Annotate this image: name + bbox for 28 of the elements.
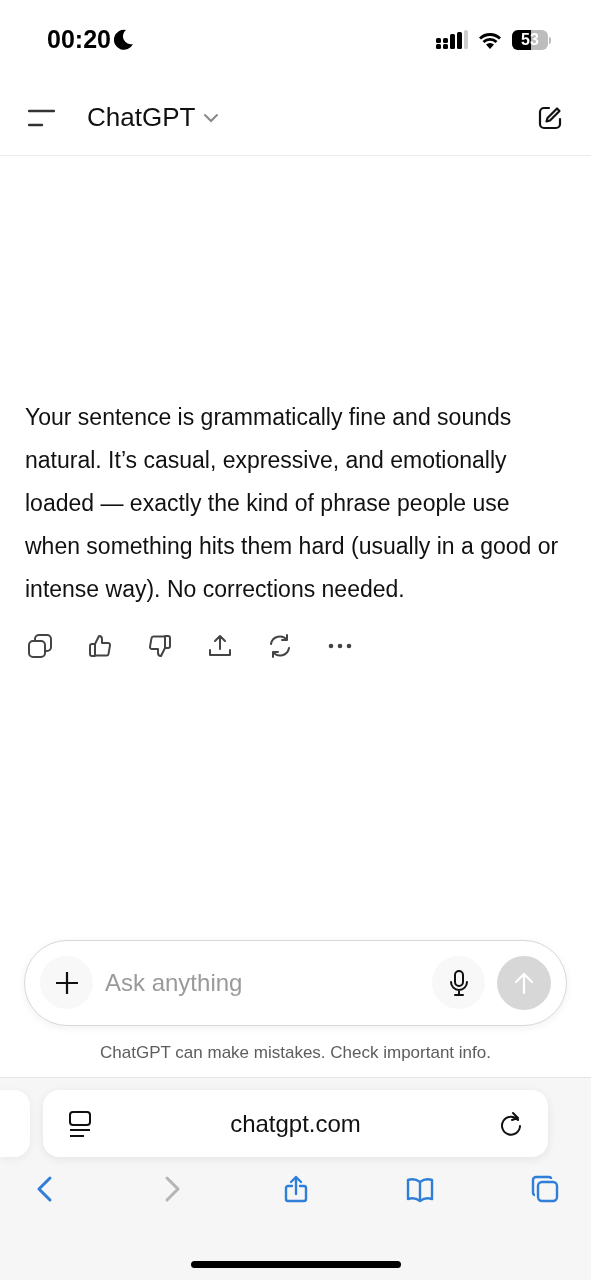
thumbs-up-icon[interactable] [87, 633, 113, 659]
signal-icon [436, 30, 468, 50]
share-icon[interactable] [207, 633, 233, 659]
add-button[interactable] [40, 956, 93, 1009]
thumbs-down-icon[interactable] [147, 633, 173, 659]
book-icon[interactable] [406, 1175, 435, 1203]
ask-input[interactable]: Ask anything [105, 964, 420, 1001]
copy-icon[interactable] [27, 633, 53, 659]
moon-icon [113, 29, 134, 51]
regenerate-icon[interactable] [267, 633, 293, 659]
page-menu-icon[interactable] [68, 1109, 92, 1138]
arrow-up-icon [513, 970, 535, 995]
reload-icon[interactable] [499, 1110, 523, 1137]
status-time: 00:20 [47, 24, 111, 56]
address-bar[interactable]: chatgpt.com [43, 1090, 548, 1157]
assistant-message: Your sentence is grammatically fine and sounds natural. It’s casual, expressive, and emotionally loaded — exactly the kind of phrase people use when something hits them hard (usually in a good or intense way). No corrections needed. [25, 403, 560, 604]
disclaimer-text: ChatGPT can make mistakes. Check important info. [99, 1041, 492, 1064]
plus-icon [54, 970, 79, 995]
wifi-icon [478, 31, 502, 49]
menu-icon[interactable] [28, 108, 55, 127]
chevron-down-icon [203, 112, 220, 123]
microphone-button[interactable] [432, 956, 485, 1009]
new-chat-icon[interactable] [537, 104, 563, 131]
message-composer[interactable]: Ask anything [24, 939, 567, 1026]
microphone-icon [448, 969, 469, 996]
model-selector[interactable]: ChatGPT [87, 98, 220, 137]
tabs-icon[interactable] [531, 1175, 559, 1203]
url-text: chatgpt.com [230, 1108, 361, 1139]
